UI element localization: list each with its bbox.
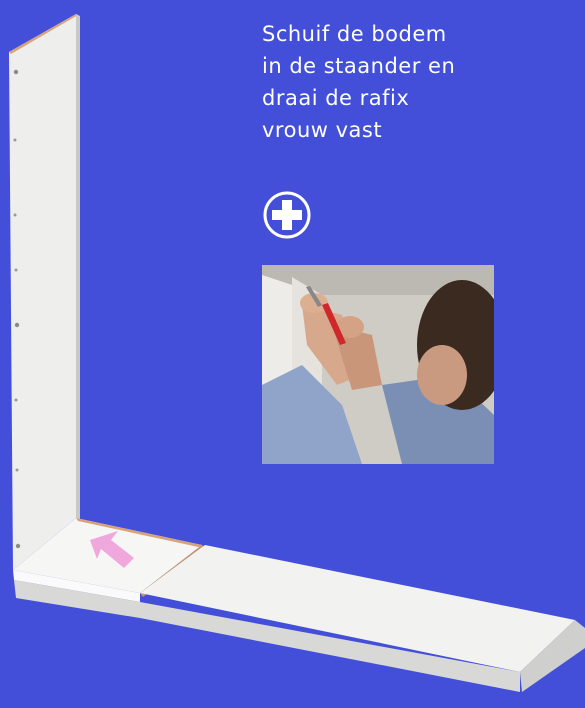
- assembly-step-page: Schuif de bodem in de staander en draai …: [0, 0, 585, 708]
- assembly-photo: [262, 265, 494, 464]
- screwdriver-phillips-icon: [262, 190, 312, 240]
- instruction-text: Schuif de bodem in de staander en draai …: [262, 22, 456, 142]
- side-panel: [9, 14, 80, 570]
